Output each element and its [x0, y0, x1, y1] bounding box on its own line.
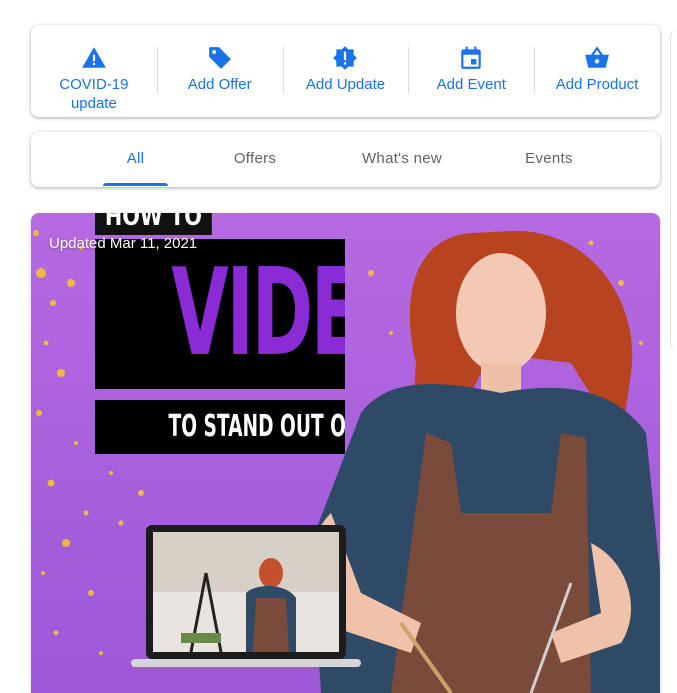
- add-event-label: Add Event: [436, 76, 506, 93]
- add-update-button[interactable]: Add Update: [282, 25, 409, 117]
- calendar-icon: [461, 46, 482, 69]
- headline-video-word: VIDEO: [171, 244, 345, 383]
- covid-update-label: COVID-19 update: [59, 76, 129, 112]
- basket-icon: [585, 46, 609, 68]
- post-card[interactable]: HOW TO USE VIDEO TO STAND OUT ONLINE Upd…: [31, 213, 660, 693]
- alert-badge-icon: [333, 46, 358, 70]
- add-product-label: Add Product: [555, 76, 639, 93]
- tag-icon: [208, 47, 231, 69]
- tab-offers[interactable]: Offers: [219, 132, 291, 187]
- tab-events[interactable]: Events: [513, 132, 585, 187]
- add-update-label: Add Update: [305, 76, 386, 93]
- headline-subtext: TO STAND OUT ONLINE: [95, 400, 345, 454]
- warning-triangle-icon: [81, 47, 106, 68]
- add-product-button[interactable]: Add Product: [534, 25, 660, 117]
- post-filter-tabs: All Offers What's new Events: [31, 132, 660, 187]
- headline-subtext-words: TO STAND OUT ONLINE: [168, 409, 345, 444]
- covid-update-button[interactable]: COVID-19 update: [31, 25, 157, 117]
- tab-whats-new[interactable]: What's new: [349, 132, 455, 187]
- add-offer-button[interactable]: Add Offer: [156, 25, 283, 117]
- adjacent-panel-edge: [670, 30, 677, 350]
- quick-actions-card: COVID-19 update Add Offer Add Update Add…: [31, 25, 660, 117]
- add-event-button[interactable]: Add Event: [408, 25, 534, 117]
- headline-video-text: VIDEO: [95, 239, 345, 389]
- headline-top-text: HOW TO USE: [95, 213, 212, 235]
- post-updated-date: Updated Mar 11, 2021: [49, 235, 198, 252]
- tab-all[interactable]: All: [103, 132, 168, 187]
- active-tab-indicator: [103, 183, 168, 186]
- add-offer-label: Add Offer: [187, 76, 252, 93]
